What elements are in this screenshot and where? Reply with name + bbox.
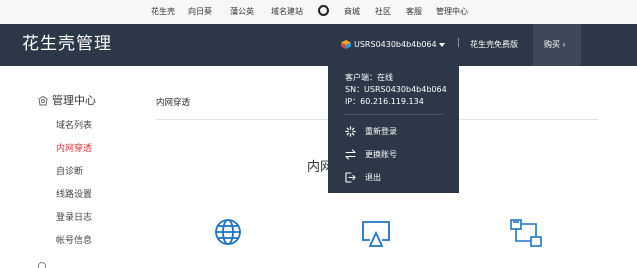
top-nav-link-huashengke[interactable]: 花生壳 [151,6,175,17]
top-nav-link-pugongying[interactable]: 蒲公英 [230,6,254,17]
logout-menu-item[interactable]: 退出 [328,168,459,188]
oray-logo-icon[interactable] [318,5,329,16]
sidebar-item-line-settings[interactable]: 线路设置 [56,189,92,201]
account-dropdown: 客户端：在线 SN：USRS0430b4b4b064 IP：60.216.119… [328,58,459,193]
loading-spinner-icon [345,126,356,137]
sidebar-item-self-diagnosis[interactable]: 自诊断 [56,166,83,178]
sidebar-item-login-log[interactable]: 登录日志 [56,212,92,224]
logout-icon [345,172,356,183]
buy-button[interactable]: 购买 › [533,24,581,66]
swap-arrows-icon [345,149,356,160]
buy-button-label: 购买 › [544,40,566,49]
network-topology-icon [510,219,542,247]
globe-icon [215,219,241,245]
top-nav-link-xiangrikui[interactable]: 向日葵 [188,6,212,17]
top-nav-link-site-builder[interactable]: 域名建站 [271,6,303,17]
top-nav-link-support[interactable]: 客服 [406,6,422,17]
dropdown-arrow [416,58,426,63]
sidebar-title: 管理中心 [52,94,96,107]
header-divider: | [457,38,461,48]
relogin-label: 重新登录 [365,127,397,136]
brand-title[interactable]: 花生壳管理 [22,34,112,54]
top-nav: 花生壳 向日葵 蒲公英 域名建站 商城 社区 客服 管理中心 [0,0,637,24]
top-nav-link-community[interactable]: 社区 [375,6,391,17]
relogin-menu-item[interactable]: 重新登录 [328,122,459,142]
serial-number: SN：USRS0430b4b4b064 [345,85,447,94]
screen-cast-icon [362,221,390,247]
top-nav-link-admin-center[interactable]: 管理中心 [436,6,468,17]
account-menu-toggle[interactable]: USRS0430b4b4b064 [354,39,437,50]
sidebar-next-section-icon [38,262,46,268]
switch-account-menu-item[interactable]: 更换账号 [328,145,459,165]
account-cube-icon [341,40,351,49]
top-nav-link-mall[interactable]: 商城 [344,6,360,17]
breadcrumb: 内网穿透 [156,98,191,108]
sidebar-item-domain-list[interactable]: 域名列表 [56,120,92,132]
logout-label: 退出 [365,173,381,182]
admin-center-icon [38,95,48,106]
dropdown-divider [343,114,444,115]
ip-address: IP：60.216.119.134 [345,97,424,106]
switch-account-label: 更换账号 [365,150,397,159]
free-version-link[interactable]: 花生壳免费版 [470,39,518,50]
chevron-down-icon[interactable] [439,43,445,47]
client-status: 客户端：在线 [345,73,393,82]
sidebar-item-account-info[interactable]: 帐号信息 [56,235,92,247]
header-bar: 花生壳管理 USRS0430b4b4b064 | 花生壳免费版 购买 › [0,24,637,66]
sidebar-item-intranet-penetration[interactable]: 内网穿透 [56,143,92,155]
